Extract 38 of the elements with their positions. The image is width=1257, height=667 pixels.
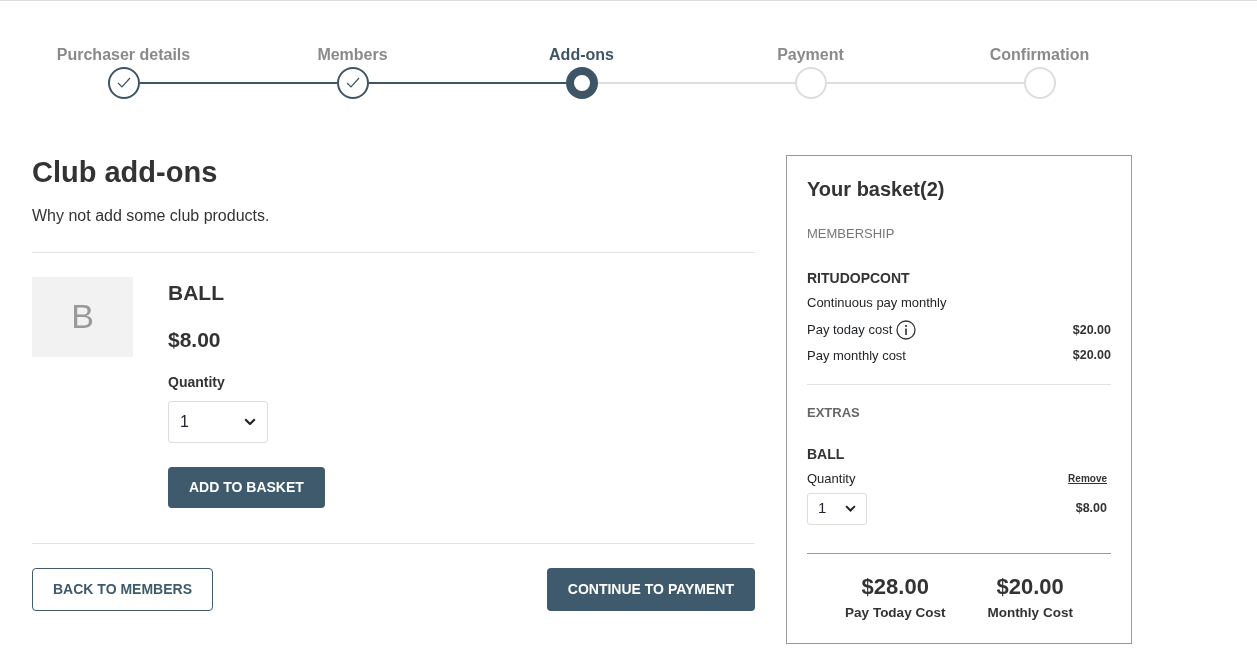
cost-amount: $20.00 xyxy=(1072,321,1111,339)
info-icon[interactable] xyxy=(896,320,917,340)
step-label: Add-ons xyxy=(548,45,615,65)
total-label: Monthly Cost xyxy=(987,603,1073,622)
total-label: Pay Today Cost xyxy=(845,603,946,622)
cost-label: Pay today cost xyxy=(807,321,893,340)
plan-text: Continuous pay monthly xyxy=(807,293,948,312)
section-heading: MEMBERSHIP xyxy=(807,225,896,243)
extra-amount: $8.00 xyxy=(1075,500,1107,518)
chevron-down-icon xyxy=(244,418,256,426)
product-name: BALL xyxy=(168,279,225,306)
check-icon xyxy=(116,77,131,89)
quantity-select[interactable]: 1 xyxy=(168,400,268,443)
step-label: Confirmation xyxy=(988,45,1091,65)
quantity-select[interactable]: 1 xyxy=(807,492,867,525)
product-thumbnail: B xyxy=(32,276,133,357)
extra-name: BALL xyxy=(807,445,846,464)
total-amount: $28.00 xyxy=(860,572,930,601)
step-label: Members xyxy=(316,45,389,65)
cost-amount: $20.00 xyxy=(1072,347,1111,365)
check-icon xyxy=(345,77,360,89)
total-amount: $20.00 xyxy=(995,572,1065,601)
continue-button[interactable]: CONTINUE TO PAYMENT xyxy=(546,567,755,611)
basket-title: Your basket(2) xyxy=(807,177,946,202)
intro-text: Why not add some club products. xyxy=(32,205,271,226)
section-heading: EXTRAS xyxy=(807,403,861,422)
quantity-label: Quantity xyxy=(168,372,226,392)
page-heading: Club add-ons xyxy=(32,155,219,190)
chevron-down-icon xyxy=(845,505,856,512)
add-to-basket-button[interactable]: ADD TO BASKET xyxy=(168,466,325,508)
quantity-label: Quantity xyxy=(807,470,856,488)
membership-name: RITUDOPCONT xyxy=(807,268,911,288)
product-price: $8.00 xyxy=(168,327,222,354)
step-label: Payment xyxy=(776,45,845,65)
back-button[interactable]: BACK TO MEMBERS xyxy=(32,567,213,611)
remove-link[interactable]: Remove xyxy=(1068,471,1107,487)
step-label: Purchaser details xyxy=(55,45,192,65)
cost-label: Pay monthly cost xyxy=(807,347,906,365)
